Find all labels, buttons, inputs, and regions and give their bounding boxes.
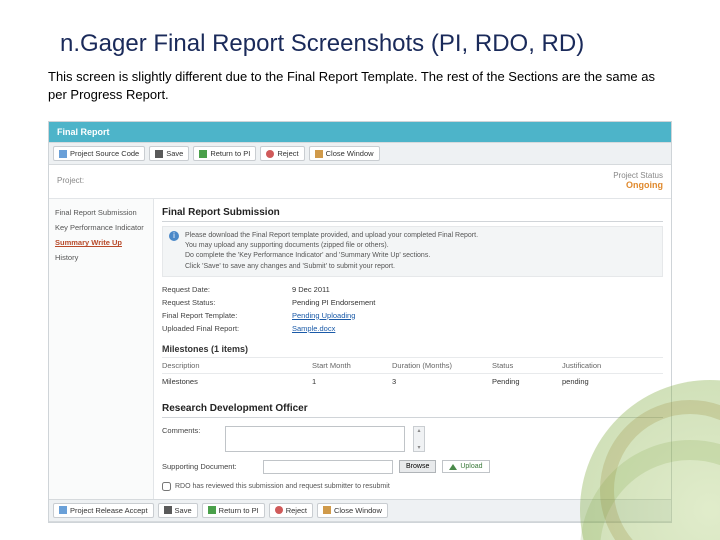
cell-description: Milestones [162,377,312,386]
checkbox-label: RDO has reviewed this submission and req… [175,483,390,490]
col-status: Status [492,361,562,370]
project-status: Project Status Ongoing [613,171,663,190]
save-icon [155,150,163,158]
upload-icon [449,464,457,470]
close-button[interactable]: Close Window [309,146,380,161]
cell-justification: pending [562,377,663,386]
reject-button[interactable]: Reject [260,146,304,161]
rdo-title: Research Development Officer [162,399,663,418]
milestones-title: Milestones (1 items) [162,341,663,357]
textarea-scrollbar[interactable]: ▴▾ [413,426,425,452]
project-source-button[interactable]: Project Source Code [53,146,145,161]
file-input[interactable] [263,460,393,474]
info-icon: i [169,231,179,241]
info-text: Please download the Final Report templat… [185,231,478,272]
browse-button[interactable]: Browse [399,460,436,473]
comments-row: Comments: ▴▾ [162,422,663,456]
col-description: Description [162,361,312,370]
cell-duration: 3 [392,377,492,386]
template-link[interactable]: Pending Uploading [292,311,355,320]
rdo-section: Research Development Officer Comments: ▴… [162,399,663,493]
left-nav: Final Report Submission Key Performance … [49,199,154,499]
return-icon [208,506,216,514]
nav-kpi[interactable]: Key Performance Indicator [55,220,147,235]
close-icon [323,506,331,514]
return-pi-label: Return to PI [219,506,259,515]
reject-label: Reject [277,149,298,158]
section-title: Final Report Submission [162,203,663,222]
project-source-label: Project Source Code [70,149,139,158]
main-panel: Final Report Submission i Please downloa… [154,199,671,499]
upload-label: Upload [460,463,482,470]
template-value: Pending Uploading [292,311,355,320]
supporting-row: Supporting Document: Browse Upload [162,456,663,478]
uploaded-label: Uploaded Final Report: [162,324,292,333]
close-icon [315,150,323,158]
request-status-label: Request Status: [162,298,292,307]
save-icon [164,506,172,514]
comments-label: Comments: [162,426,217,435]
table-header-row: Description Start Month Duration (Months… [162,357,663,373]
save-label: Save [175,506,192,515]
upload-button[interactable]: Upload [442,460,489,473]
nav-history[interactable]: History [55,250,147,265]
toolbar-bottom: Project Release Accept Save Return to PI… [49,499,671,522]
milestones-table: Milestones (1 items) Description Start M… [162,341,663,389]
project-status-label: Project Status [613,171,663,180]
uploaded-value: Sample.docx [292,324,335,333]
request-date-value: 9 Dec 2011 [292,285,330,294]
reject-icon [275,506,283,514]
project-release-label: Project Release Accept [70,506,148,515]
info-line: Please download the Final Report templat… [185,231,478,241]
cell-status: Pending [492,377,562,386]
slide-subtitle: This screen is slightly different due to… [0,64,720,117]
project-release-button[interactable]: Project Release Accept [53,503,154,518]
col-start: Start Month [312,361,392,370]
info-notice: i Please download the Final Report templ… [162,226,663,277]
reject-button-2[interactable]: Reject [269,503,313,518]
checkbox-row: RDO has reviewed this submission and req… [162,478,663,493]
return-pi-button[interactable]: Return to PI [193,146,256,161]
info-line: Click 'Save' to save any changes and 'Su… [185,262,478,272]
close-label: Close Window [334,506,382,515]
template-label: Final Report Template: [162,311,292,320]
return-pi-label: Return to PI [210,149,250,158]
reject-label: Reject [286,506,307,515]
comments-textarea[interactable] [225,426,405,452]
uploaded-link[interactable]: Sample.docx [292,324,335,333]
save-button[interactable]: Save [149,146,189,161]
toolbar-top: Project Source Code Save Return to PI Re… [49,142,671,165]
table-row: Milestones 1 3 Pending pending [162,373,663,389]
col-justification: Justification [562,361,663,370]
info-line: Do complete the 'Key Performance Indicat… [185,251,478,261]
return-pi-button-2[interactable]: Return to PI [202,503,265,518]
save-button-2[interactable]: Save [158,503,198,518]
project-status-value: Ongoing [613,180,663,190]
project-bar: Project: Project Status Ongoing [49,165,671,199]
project-tag: Project: [57,176,84,185]
col-duration: Duration (Months) [392,361,492,370]
reject-icon [266,150,274,158]
slide-title: n.Gager Final Report Screenshots (PI, RD… [0,0,720,64]
resubmit-checkbox[interactable] [162,482,171,491]
supporting-label: Supporting Document: [162,462,257,471]
return-icon [199,150,207,158]
request-status-value: Pending PI Endorsement [292,298,375,307]
project-icon [59,150,67,158]
cell-start: 1 [312,377,392,386]
app-header: Final Report [49,122,671,142]
app-window: Final Report Project Source Code Save Re… [48,121,672,523]
info-line: You may upload any supporting documents … [185,241,478,251]
close-button-2[interactable]: Close Window [317,503,388,518]
nav-final-report-submission[interactable]: Final Report Submission [55,205,147,220]
request-date-label: Request Date: [162,285,292,294]
close-label: Close Window [326,149,374,158]
project-icon [59,506,67,514]
save-label: Save [166,149,183,158]
nav-summary-writeup[interactable]: Summary Write Up [55,235,147,250]
